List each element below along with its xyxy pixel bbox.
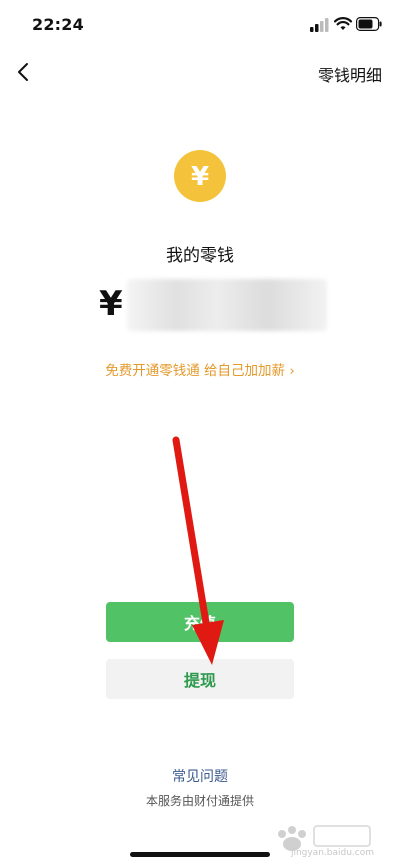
blurred-amount: [127, 279, 327, 331]
balance-details-link[interactable]: 零钱明细: [318, 62, 382, 86]
status-bar: 22:24: [0, 0, 400, 50]
withdraw-button[interactable]: 提现: [106, 659, 294, 699]
cellular-signal-icon: [310, 18, 329, 32]
watermark-url: jingyan.baidu.com: [290, 848, 374, 858]
nav-bar: 零钱明细: [0, 50, 400, 94]
system-icons: [310, 16, 382, 34]
wifi-icon: [334, 17, 352, 30]
recharge-button[interactable]: 充值: [106, 602, 294, 642]
home-indicator[interactable]: [130, 852, 270, 857]
battery-icon: [356, 17, 382, 31]
coin-symbol: ¥: [191, 162, 209, 192]
currency-symbol: ¥: [99, 284, 123, 324]
back-button[interactable]: [12, 58, 36, 86]
faq-link[interactable]: 常见问题: [0, 766, 400, 786]
promo-link[interactable]: 免费开通零钱通 给自己加加薪 ›: [0, 359, 400, 379]
balance-amount: ¥: [99, 279, 329, 331]
coin-icon: ¥: [174, 150, 226, 202]
status-time: 22:24: [32, 15, 84, 34]
balance-title: 我的零钱: [166, 246, 234, 266]
recharge-label: 充值: [183, 614, 216, 633]
chevron-left-icon: [18, 63, 28, 81]
provider-text: 本服务由财付通提供: [145, 794, 254, 808]
withdraw-label: 提现: [183, 671, 216, 690]
